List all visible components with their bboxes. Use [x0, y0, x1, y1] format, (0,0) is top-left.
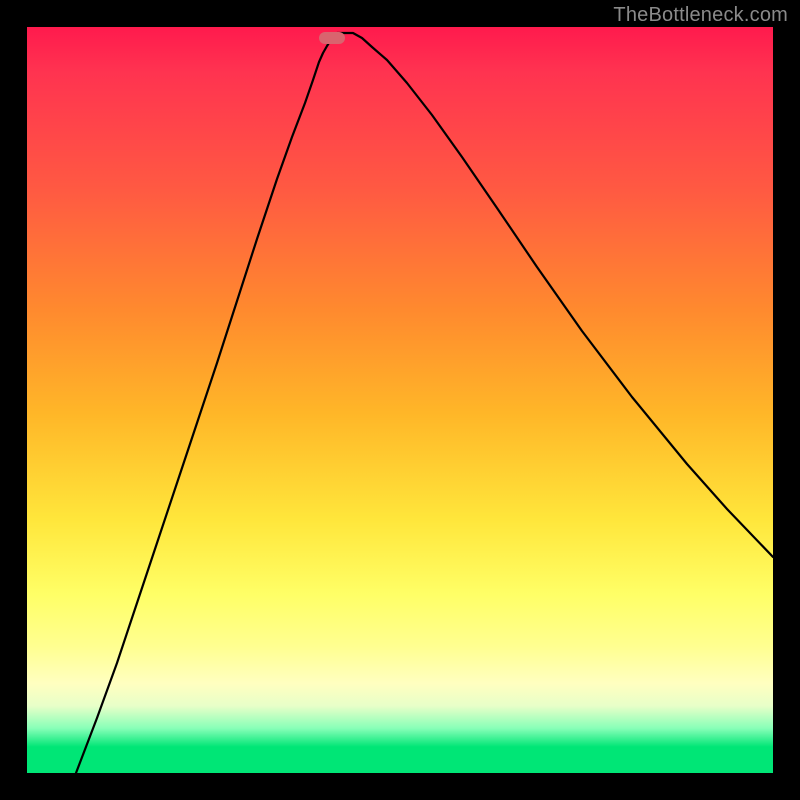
plot-area	[27, 27, 773, 773]
bottleneck-curve	[27, 27, 773, 773]
bottleneck-marker	[319, 32, 345, 44]
chart-frame: TheBottleneck.com	[0, 0, 800, 800]
watermark: TheBottleneck.com	[613, 4, 788, 27]
curve-path	[76, 33, 773, 773]
